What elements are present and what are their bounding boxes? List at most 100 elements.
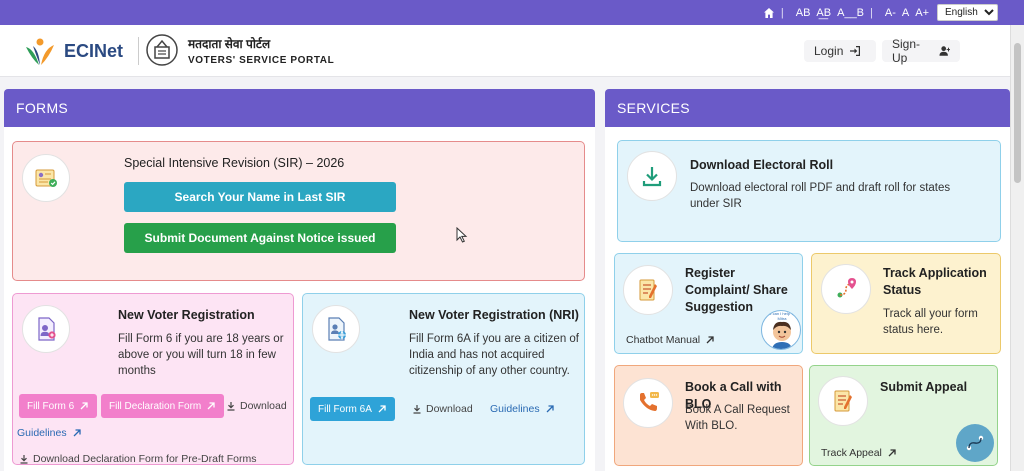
appeal-title: Submit Appeal [880, 380, 968, 394]
fill-form-6-button[interactable]: Fill Form 6 [19, 394, 98, 418]
route-tracking-icon [837, 278, 856, 298]
page-scrollbar[interactable] [1010, 25, 1024, 471]
divider: | [780, 6, 784, 19]
nri-card: New Voter Registration (NRI) Fill Form 6… [302, 293, 585, 465]
sir-title: Special Intensive Revision (SIR) – 2026 [124, 156, 345, 170]
user-form-icon [38, 317, 56, 341]
download-icon [642, 167, 662, 187]
font-decrease[interactable]: A- [885, 7, 896, 19]
appeal-form-icon [834, 390, 852, 412]
journey-fab-button[interactable] [956, 424, 994, 462]
electoral-roll-desc: Download electoral roll PDF and draft ro… [690, 182, 951, 210]
complaint-icon-wrap [623, 265, 673, 315]
text-spacing-1[interactable]: AB [796, 7, 811, 19]
text-spacing-3[interactable]: A__B [837, 7, 864, 19]
voter-mitra-badge[interactable]: How can I help Voter Mitra [761, 310, 801, 350]
eci-emblem-icon [146, 34, 178, 66]
arrow-up-right-icon [207, 402, 215, 410]
portal-name-hindi: मतदाता सेवा पोर्टल [188, 36, 271, 51]
download-form-6-link[interactable]: Download [226, 400, 287, 412]
divider [138, 37, 139, 65]
arrow-up-right-icon [73, 429, 81, 437]
download-declaration-label: Download Declaration Form for Pre-Draft … [33, 453, 257, 465]
guidelines-label: Guidelines [17, 427, 67, 439]
electoral-roll-title: Download Electoral Roll [690, 158, 834, 172]
nri-icon-wrap [312, 305, 360, 353]
complaint-card[interactable]: Register Complaint/ Share Suggestion Cha… [614, 253, 803, 354]
arrow-up-right-icon [80, 402, 88, 410]
chatbot-manual-link[interactable]: Chatbot Manual [626, 334, 715, 346]
track-appeal-link[interactable]: Track Appeal [821, 447, 897, 459]
add-user-icon [939, 46, 950, 56]
ecinet-logo-icon [26, 38, 54, 65]
arrow-up-right-icon [546, 405, 554, 413]
nri-guidelines-link[interactable]: Guidelines [490, 403, 555, 415]
track-appeal-label: Track Appeal [821, 447, 882, 459]
ecinet-logo[interactable]: ECINet [22, 33, 123, 69]
download-icon [413, 405, 421, 414]
track-icon-wrap [821, 264, 871, 314]
site-header: ECINet मतदाता सेवा पोर्टल VOTERS' SERVIC… [0, 25, 1010, 77]
font-normal[interactable]: A [902, 7, 909, 19]
services-heading-label: SERVICES [617, 100, 690, 116]
utility-bar: | AB A͟B A__B | A- A A+ English [0, 0, 1024, 25]
track-title: Track Application Status [883, 266, 987, 297]
new-voter-guidelines-link[interactable]: Guidelines [17, 427, 82, 439]
download-form-6a-link[interactable]: Download [412, 403, 473, 415]
text-spacing-2[interactable]: A͟B [816, 7, 831, 19]
forms-heading-label: FORMS [16, 100, 69, 116]
complaint-form-icon [639, 279, 657, 301]
brand-name: ECINet [64, 40, 124, 61]
home-icon[interactable] [763, 7, 775, 19]
login-button[interactable]: Login [804, 40, 876, 62]
blo-desc: Book A Call Request With BLO. [685, 404, 790, 432]
fill-declaration-button[interactable]: Fill Declaration Form [101, 394, 225, 418]
guidelines-label: Guidelines [490, 403, 540, 415]
download-label: Download [426, 403, 473, 415]
signup-label: Sign-Up [892, 37, 921, 65]
complaint-title: Register Complaint/ Share Suggestion [685, 266, 788, 314]
divider: | [870, 6, 873, 19]
track-desc: Track all your form status here. [883, 308, 978, 336]
download-declaration-link[interactable]: Download Declaration Form for Pre-Draft … [19, 453, 256, 465]
font-increase[interactable]: A+ [915, 7, 929, 19]
portal-logo[interactable]: मतदाता सेवा पोर्टल VOTERS' SERVICE PORTA… [146, 34, 334, 66]
track-application-card[interactable]: Track Application Status Track all your … [811, 253, 1001, 354]
forms-heading: FORMS [4, 89, 595, 127]
phone-call-icon [640, 392, 659, 411]
download-icon [20, 455, 28, 464]
fill-form-6a-button[interactable]: Fill Form 6A [310, 397, 395, 421]
login-label: Login [814, 44, 844, 58]
electoral-roll-icon-wrap [627, 151, 677, 201]
document-check-icon [35, 169, 57, 187]
services-heading: SERVICES [605, 89, 1010, 127]
route-icon [966, 435, 984, 451]
new-voter-desc: Fill Form 6 if you are 18 years or above… [118, 333, 284, 377]
arrow-up-right-icon [378, 405, 386, 413]
arrow-up-right-icon [888, 449, 896, 457]
blo-icon-wrap [623, 378, 673, 428]
new-voter-icon-wrap [22, 305, 70, 353]
mouse-cursor-icon [456, 227, 468, 243]
search-last-sir-button[interactable]: Search Your Name in Last SIR [124, 182, 396, 212]
blo-call-card[interactable]: Book a Call with BLO Book A Call Request… [614, 365, 803, 466]
new-voter-card: New Voter Registration Fill Form 6 if yo… [12, 293, 294, 465]
submit-document-button[interactable]: Submit Document Against Notice issued [124, 223, 396, 253]
login-icon [850, 46, 861, 56]
electoral-roll-card[interactable]: Download Electoral Roll Download elector… [617, 140, 1001, 242]
fill-form-6-label: Fill Form 6 [27, 400, 75, 412]
download-icon [227, 402, 235, 411]
new-voter-title: New Voter Registration [118, 308, 255, 322]
voter-mitra-label: How can I help Voter Mitra [763, 311, 801, 321]
nri-desc: Fill Form 6A if you are a citizen of Ind… [409, 333, 580, 377]
language-select[interactable]: English [937, 4, 998, 21]
fill-form-6a-label: Fill Form 6A [318, 403, 372, 415]
sir-icon-wrap [22, 154, 70, 202]
scrollbar-thumb[interactable] [1014, 43, 1021, 183]
signup-button[interactable]: Sign-Up [882, 37, 960, 65]
portal-name-english: VOTERS' SERVICE PORTAL [188, 54, 335, 66]
nri-title: New Voter Registration (NRI) [409, 308, 579, 322]
download-label: Download [240, 400, 287, 412]
fill-declaration-label: Fill Declaration Form [109, 400, 202, 412]
appeal-icon-wrap [818, 376, 868, 426]
